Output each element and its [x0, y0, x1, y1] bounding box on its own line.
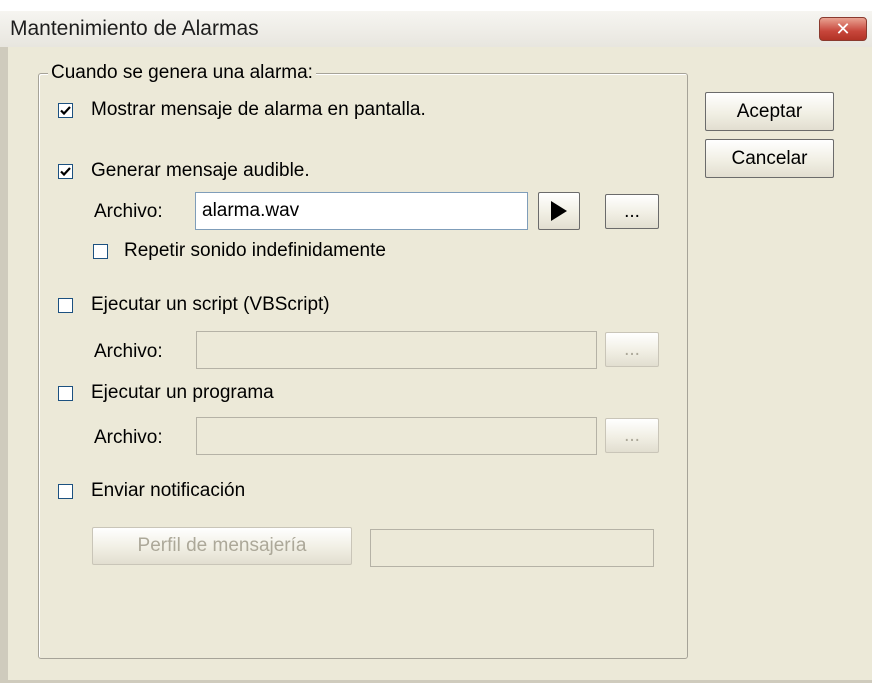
audible-file-input[interactable]: alarma.wav	[195, 192, 528, 230]
cancel-button[interactable]: Cancelar	[705, 139, 834, 178]
close-icon: ✕	[835, 18, 851, 39]
browse-program-file-button[interactable]: ...	[605, 418, 659, 453]
show-message-label[interactable]: Mostrar mensaje de alarma en pantalla.	[91, 99, 426, 121]
repeat-sound-checkbox[interactable]	[93, 244, 108, 259]
window-border-left	[0, 47, 8, 683]
title-bar[interactable]: Mantenimiento de Alarmas ✕	[0, 11, 872, 48]
messaging-profile-button[interactable]: Perfil de mensajería	[92, 527, 352, 565]
browse-script-file-button[interactable]: ...	[605, 332, 659, 367]
run-script-checkbox[interactable]	[58, 298, 73, 313]
script-file-input[interactable]	[196, 331, 597, 369]
group-legend: Cuando se genera una alarma:	[48, 62, 316, 84]
window-title: Mantenimiento de Alarmas	[10, 17, 259, 40]
send-notification-checkbox[interactable]	[58, 484, 73, 499]
audible-message-checkbox[interactable]	[58, 164, 73, 179]
run-script-label[interactable]: Ejecutar un script (VBScript)	[91, 294, 330, 316]
send-notification-label[interactable]: Enviar notificación	[91, 480, 245, 502]
show-message-checkbox[interactable]	[58, 103, 73, 118]
audible-message-label[interactable]: Generar mensaje audible.	[91, 160, 310, 182]
dialog-client: Cuando se genera una alarma: Mostrar men…	[8, 47, 872, 680]
check-icon	[60, 106, 71, 116]
play-icon	[551, 201, 567, 221]
close-button[interactable]: ✕	[819, 17, 867, 41]
audible-file-label: Archivo:	[94, 201, 163, 222]
program-file-label: Archivo:	[94, 427, 163, 448]
check-icon	[60, 167, 71, 177]
program-file-input[interactable]	[196, 417, 597, 455]
messaging-profile-input[interactable]	[370, 529, 654, 567]
script-file-label: Archivo:	[94, 341, 163, 362]
repeat-sound-label[interactable]: Repetir sonido indefinidamente	[124, 240, 386, 262]
run-program-label[interactable]: Ejecutar un programa	[91, 382, 274, 404]
run-program-checkbox[interactable]	[58, 386, 73, 401]
dialog-window: Mantenimiento de Alarmas ✕ Cuando se gen…	[0, 11, 872, 683]
accept-button[interactable]: Aceptar	[705, 92, 834, 131]
browse-audible-file-button[interactable]: ...	[605, 194, 659, 229]
play-sound-button[interactable]	[538, 192, 580, 230]
